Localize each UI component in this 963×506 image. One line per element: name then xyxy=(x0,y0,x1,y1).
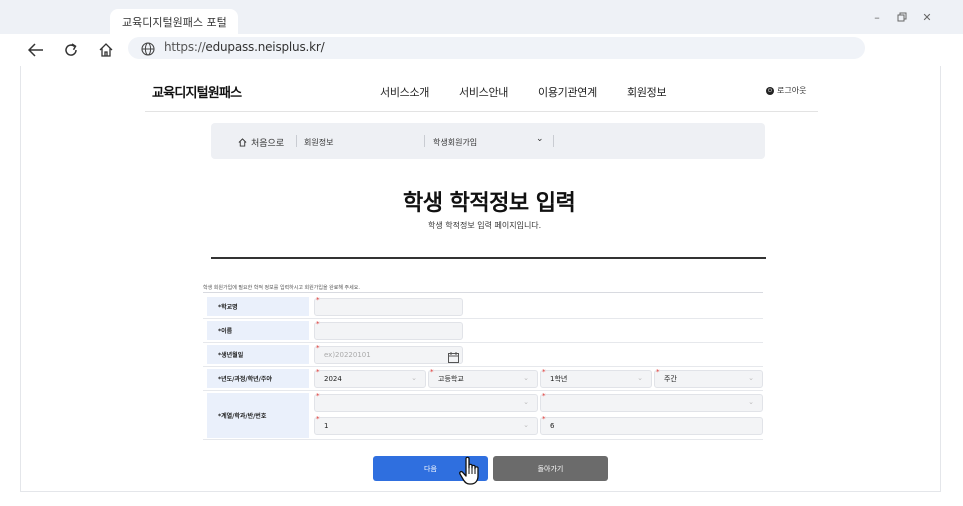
birthdate-placeholder: ex)20220101 xyxy=(324,351,371,359)
url-host: edupass.neisplus.kr/ xyxy=(205,40,325,54)
chevron-down-icon: ⌄ xyxy=(637,374,643,382)
chevron-down-icon: ⌄ xyxy=(411,374,417,382)
student-number-value: 6 xyxy=(550,422,555,430)
row-divider xyxy=(203,342,763,343)
required-mark: * xyxy=(316,320,320,328)
class-select[interactable]: * 1 ⌄ xyxy=(314,415,538,435)
label-school: *학교명 xyxy=(207,297,309,316)
power-icon: ⏻ xyxy=(766,86,774,95)
required-mark: * xyxy=(316,392,320,400)
back-button[interactable]: 돌아가기 xyxy=(493,456,608,481)
minimize-icon[interactable]: – xyxy=(870,12,884,24)
daynight-value: 주간 xyxy=(664,375,677,383)
required-mark: * xyxy=(542,415,546,423)
department-select[interactable]: * ⌄ xyxy=(540,392,763,412)
required-mark: * xyxy=(316,296,320,304)
title-divider xyxy=(211,257,766,259)
breadcrumb-home[interactable]: 처음으로 xyxy=(238,136,284,149)
nav-service-intro[interactable]: 서비스소개 xyxy=(380,84,429,100)
url-protocol: https:// xyxy=(164,40,206,54)
hand-cursor-icon xyxy=(458,456,484,490)
required-mark: * xyxy=(542,368,546,376)
calendar-icon[interactable] xyxy=(448,348,459,367)
close-icon[interactable]: ✕ xyxy=(920,12,934,24)
label-dept: *계열/학과/반/번호 xyxy=(207,393,309,438)
school-name-input[interactable]: * xyxy=(314,296,463,316)
header-divider xyxy=(145,111,818,112)
breadcrumb-separator xyxy=(424,135,425,147)
breadcrumb-level2[interactable]: 학생회원가입 xyxy=(433,137,477,148)
home-icon xyxy=(238,138,247,147)
chevron-down-icon: ⌄ xyxy=(523,398,529,406)
form-top-border xyxy=(203,292,763,293)
nav-institution-link[interactable]: 이용기관연계 xyxy=(538,84,597,100)
refresh-icon[interactable] xyxy=(61,40,81,60)
form-guide-text: 학생 회원가입에 필요한 학적 정보를 입력하시고 회원가입을 완료해 주세요. xyxy=(203,285,360,291)
chevron-down-icon: ⌄ xyxy=(523,374,529,382)
row-divider xyxy=(203,318,763,319)
label-name: *이름 xyxy=(207,321,309,340)
chevron-down-icon: ⌄ xyxy=(748,374,754,382)
required-mark: * xyxy=(542,392,546,400)
row-divider xyxy=(203,439,763,440)
chevron-down-icon: ⌄ xyxy=(748,398,754,406)
breadcrumb-separator xyxy=(553,135,554,147)
year-select[interactable]: * 2024 ⌄ xyxy=(314,368,426,388)
course-select[interactable]: * 고등학교 ⌄ xyxy=(428,368,538,388)
site-logo[interactable]: 교육디지털원패스 xyxy=(152,82,242,101)
class-value: 1 xyxy=(324,422,329,430)
page-subtitle: 학생 학적정보 입력 페이지입니다. xyxy=(428,221,542,230)
row-divider xyxy=(203,366,763,367)
back-arrow-icon[interactable] xyxy=(26,40,46,60)
grade-value: 1학년 xyxy=(550,375,568,383)
birthdate-input[interactable]: * ex)20220101 xyxy=(314,344,463,364)
required-mark: * xyxy=(430,368,434,376)
label-birth: *생년월일 xyxy=(207,345,309,364)
breadcrumb-level1[interactable]: 회원정보 xyxy=(304,137,333,148)
required-mark: * xyxy=(316,368,320,376)
daynight-select[interactable]: * 주간 ⌄ xyxy=(654,368,763,388)
page-title: 학생 학적정보 입력 xyxy=(403,191,576,216)
name-input[interactable]: * xyxy=(314,320,463,340)
restore-icon[interactable] xyxy=(895,12,909,25)
required-mark: * xyxy=(316,344,320,352)
chevron-down-icon[interactable]: ⌄ xyxy=(536,134,544,144)
required-mark: * xyxy=(656,368,660,376)
year-value: 2024 xyxy=(324,375,342,383)
globe-icon xyxy=(141,41,155,60)
course-value: 고등학교 xyxy=(438,375,464,383)
chevron-down-icon: ⌄ xyxy=(523,421,529,429)
breadcrumb-home-label: 처음으로 xyxy=(251,139,285,149)
breadcrumb xyxy=(211,123,765,159)
logout-button[interactable]: ⏻ 로그아웃 xyxy=(766,85,806,96)
browser-window: 교육디지털원패스 포털 – ✕ https://edupass.neisplus… xyxy=(0,0,963,506)
student-number-input[interactable]: * 6 xyxy=(540,415,763,435)
label-year-course: *년도/과정/학년/주야 xyxy=(207,369,309,388)
grade-select[interactable]: * 1학년 ⌄ xyxy=(540,368,652,388)
row-divider xyxy=(203,390,763,391)
breadcrumb-separator xyxy=(296,135,297,147)
track-select[interactable]: * ⌄ xyxy=(314,392,538,412)
logout-label: 로그아웃 xyxy=(777,86,807,95)
tab-title: 교육디지털원패스 포털 xyxy=(122,16,227,29)
nav-member-info[interactable]: 회원정보 xyxy=(627,84,667,100)
required-mark: * xyxy=(316,415,320,423)
url-text: https://edupass.neisplus.kr/ xyxy=(164,40,325,54)
nav-service-guide[interactable]: 서비스안내 xyxy=(459,84,508,100)
home-icon[interactable] xyxy=(96,40,116,60)
